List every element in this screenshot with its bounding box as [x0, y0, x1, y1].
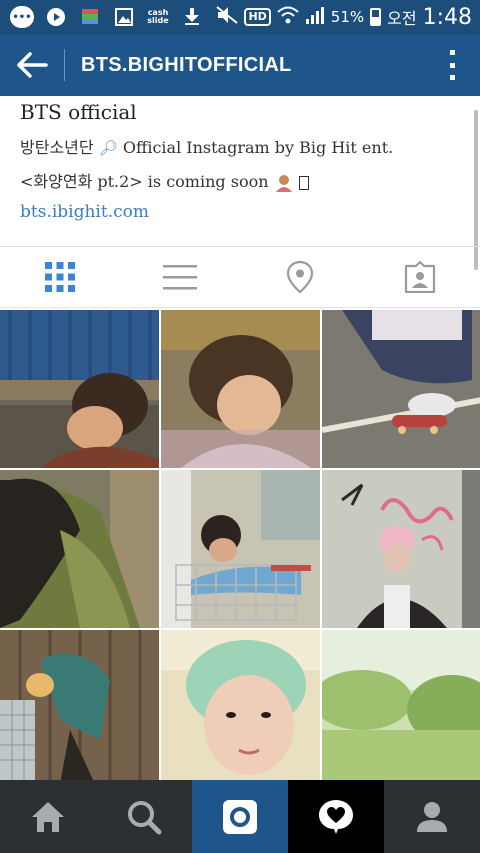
overflow-menu-button[interactable] [444, 50, 460, 80]
bio-description: Official Instagram by Big Hit ent. [122, 138, 394, 157]
tab-map[interactable] [240, 247, 360, 307]
profile-bio: BTS official 방탄소년단 🔎︎ Official Instagram… [0, 96, 480, 246]
placeholder-box-icon [298, 175, 309, 190]
magnifier-emoji-icon: 🔎︎ [98, 139, 118, 157]
play-icon [44, 6, 68, 28]
cash-slide-icon: cash slide [147, 8, 169, 25]
clock: 1:48 [422, 4, 472, 30]
bio-line-1: 방탄소년단 🔎︎ Official Instagram by Big Hit e… [20, 134, 480, 158]
status-bar: ••• cash slide HD 51% 오전 1:48 [0, 0, 480, 34]
nav-home[interactable] [0, 780, 96, 853]
page-title: BTS.BIGHITOFFICIAL [81, 53, 292, 76]
profile-name: BTS official [20, 100, 137, 124]
nav-search[interactable] [96, 780, 192, 853]
mute-icon [216, 6, 239, 28]
photo-tile[interactable] [0, 630, 159, 784]
ampm-label: 오전 [387, 9, 417, 28]
app-bar: BTS.BIGHITOFFICIAL [0, 34, 480, 96]
photo-tile[interactable] [322, 470, 480, 628]
nav-activity[interactable] [288, 780, 384, 853]
back-button[interactable] [0, 34, 64, 96]
profile-icon [417, 801, 447, 832]
tab-list[interactable] [120, 247, 240, 307]
hd-badge: HD [244, 8, 271, 26]
bio-announcement: <화양연화 pt.2> is coming soon [20, 172, 269, 191]
app-bar-divider [64, 49, 65, 81]
back-arrow-icon [17, 52, 48, 78]
flag-icon [78, 6, 102, 28]
bio-line-2: <화양연화 pt.2> is coming soon [20, 168, 480, 192]
website-link[interactable]: bts.ibighit.com [20, 202, 480, 222]
battery-icon [370, 8, 382, 26]
wifi-icon [277, 6, 299, 28]
tab-tagged[interactable] [360, 247, 480, 307]
search-icon [128, 800, 162, 834]
photo-grid [0, 310, 480, 784]
gallery-icon [112, 6, 136, 28]
tagged-photos-icon [404, 261, 436, 293]
photo-tile[interactable] [0, 470, 159, 628]
nav-camera[interactable] [192, 780, 288, 853]
camera-icon [223, 799, 257, 834]
photo-tile[interactable] [322, 630, 480, 784]
chat-bubble-icon: ••• [10, 6, 34, 28]
grid-icon [45, 262, 75, 292]
signal-icon [305, 6, 325, 28]
nav-profile[interactable] [384, 780, 480, 853]
bottom-navigation [0, 780, 480, 853]
activity-heart-icon [319, 799, 353, 834]
photo-tile[interactable] [322, 310, 480, 468]
person-emoji-icon [274, 172, 299, 192]
download-icon [180, 6, 204, 28]
photo-tile[interactable] [161, 470, 320, 628]
location-pin-icon [286, 260, 314, 294]
profile-view-tabs [0, 246, 480, 308]
home-icon [32, 801, 64, 832]
tab-grid[interactable] [0, 247, 120, 307]
battery-percent: 51% [330, 8, 365, 26]
photo-tile[interactable] [161, 630, 320, 784]
photo-tile[interactable] [0, 310, 159, 468]
bio-korean-name: 방탄소년단 [20, 138, 94, 157]
photo-tile[interactable] [161, 310, 320, 468]
list-icon [163, 265, 197, 290]
